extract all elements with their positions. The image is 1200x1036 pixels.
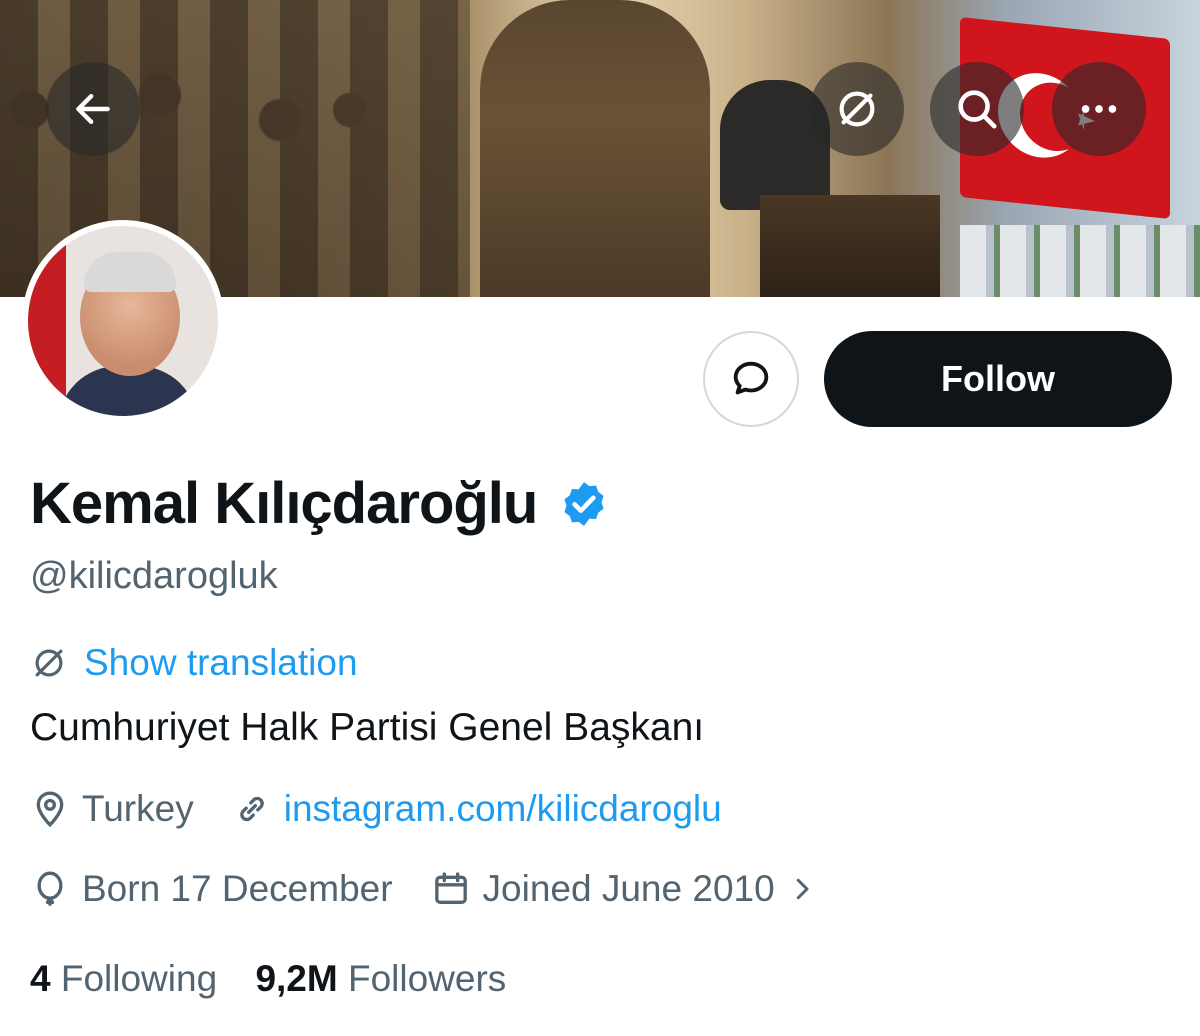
balloon-icon	[37, 871, 63, 906]
back-button[interactable]	[46, 62, 140, 156]
followers-count: 9,2M	[255, 958, 338, 999]
message-button[interactable]	[703, 331, 799, 427]
display-name: Kemal Kılıçdaroğlu	[30, 471, 538, 536]
location-item: Turkey	[30, 788, 194, 830]
location-pin-icon	[36, 791, 64, 828]
search-icon	[958, 90, 997, 129]
avatar[interactable]	[22, 220, 224, 422]
profile-meta-row-1: Turkey instagram.com/kilicdaroglu	[30, 788, 760, 830]
calendar-icon	[434, 872, 467, 904]
user-handle: @kilicdarogluk	[30, 555, 278, 597]
follow-stats: 4 Following 9,2M Followers	[30, 958, 506, 1000]
website-item[interactable]: instagram.com/kilicdaroglu	[232, 788, 722, 830]
location-text: Turkey	[82, 788, 194, 829]
arrow-left-icon	[76, 93, 110, 125]
profile-bio: Cumhuriyet Halk Partisi Genel Başkanı	[30, 706, 705, 749]
name-row: Kemal Kılıçdaroğlu	[30, 470, 609, 537]
show-translation-label: Show translation	[84, 642, 358, 683]
avatar-image	[28, 226, 218, 416]
search-button[interactable]	[930, 62, 1024, 156]
show-translation-link[interactable]: Show translation	[30, 642, 358, 684]
follow-button[interactable]: Follow	[824, 331, 1172, 427]
following-label: Following	[60, 958, 218, 999]
translate-icon	[35, 649, 63, 677]
following-count: 4	[30, 958, 51, 999]
verified-badge-icon[interactable]	[559, 479, 609, 529]
birthday-text: Born 17 December	[82, 868, 393, 909]
followers-stat[interactable]: 9,2M Followers	[255, 958, 506, 999]
link-icon	[239, 796, 264, 822]
website-link[interactable]: instagram.com/kilicdaroglu	[284, 788, 722, 830]
banner-center-figure	[480, 0, 710, 297]
banner-podium	[760, 195, 940, 297]
avatar-hair	[84, 252, 176, 292]
followers-label: Followers	[347, 958, 507, 999]
joined-text: Joined June 2010	[482, 868, 775, 909]
translate-button[interactable]	[810, 62, 904, 156]
chevron-right-icon	[796, 878, 809, 900]
more-horizontal-icon	[1081, 105, 1117, 113]
translate-icon	[839, 91, 875, 127]
message-bubble-icon	[733, 361, 769, 395]
profile-meta-row-2: Born 17 December Joined June 2010	[30, 868, 867, 910]
birthday-item: Born 17 December	[30, 868, 393, 910]
joined-item[interactable]: Joined June 2010	[431, 868, 829, 910]
banner-city	[960, 225, 1200, 297]
following-stat[interactable]: 4 Following	[30, 958, 217, 999]
more-button[interactable]	[1052, 62, 1146, 156]
